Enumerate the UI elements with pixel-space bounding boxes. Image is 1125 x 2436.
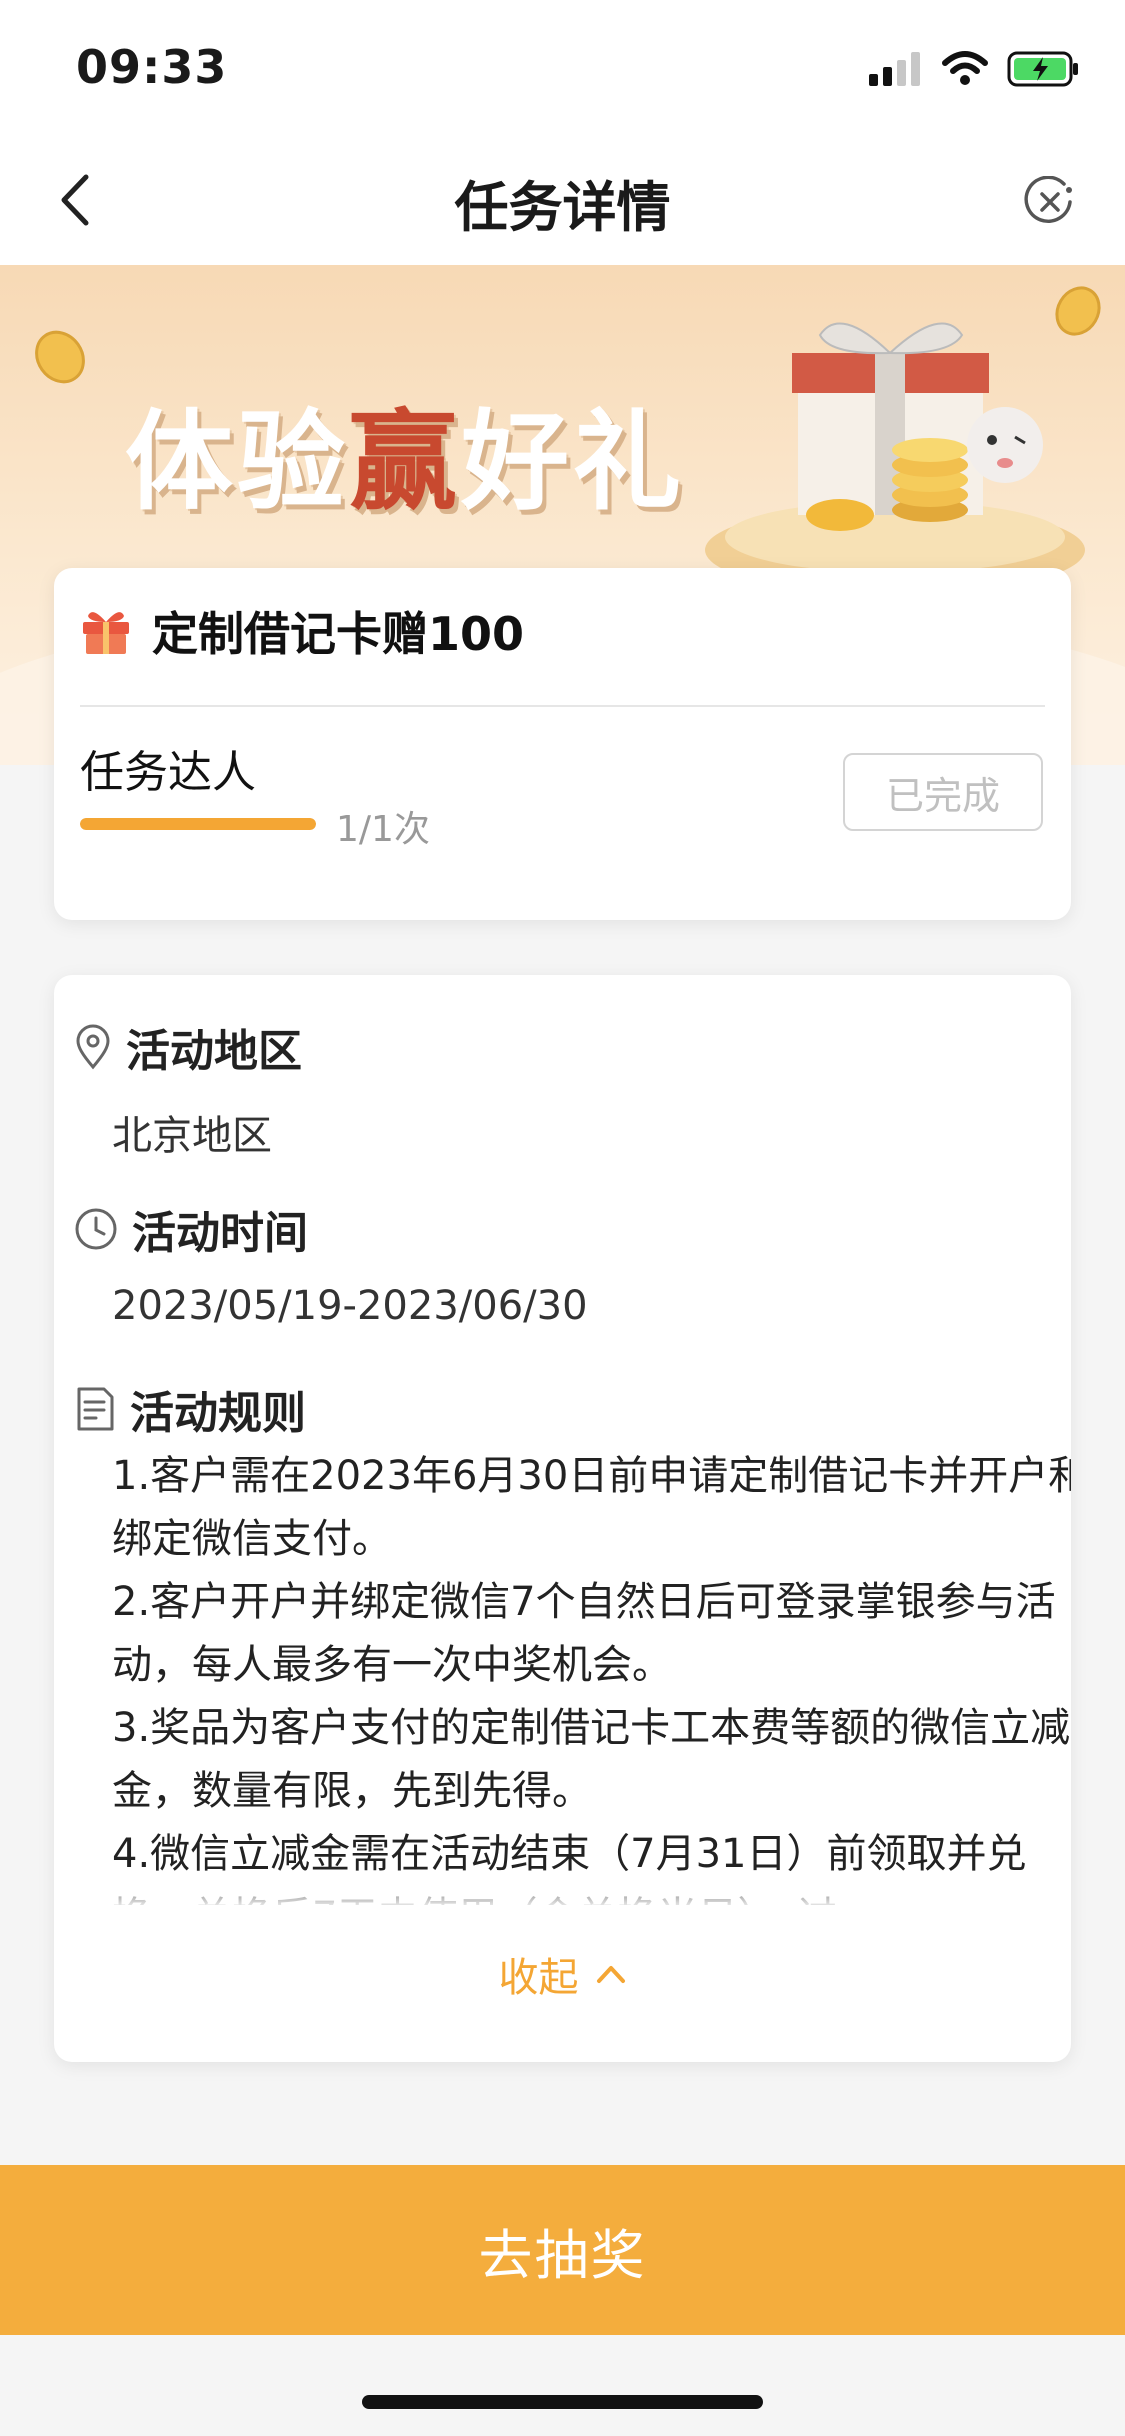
battery-charging-icon [1007,51,1078,87]
area-value: 北京地区 [112,1113,272,1159]
cellular-signal-icon [869,52,920,86]
rules-label: 活动规则 [130,1388,306,1439]
banner-title-part2: 好礼 [461,400,686,525]
banner-title-highlight: 赢 [349,400,462,525]
collapse-label: 收起 [498,1955,579,2001]
gold-coin-icon [35,330,85,384]
completed-button[interactable]: 已完成 [843,753,1043,831]
nav-bar: 任务详情 [0,135,1125,265]
location-pin-icon [76,1024,110,1070]
rules-text[interactable]: 1.客户需在2023年6月30日前申请定制借记卡并开户和绑定微信支付。 2.客户… [112,1445,1071,1905]
time-section-header: 活动时间 [74,1197,308,1261]
progress-bar [80,818,316,830]
page-title: 任务详情 [454,176,671,239]
home-indicator[interactable] [362,2395,763,2409]
rule-item: 3.奖品为客户支付的定制借记卡工本费等额的微信立减金，数量有限，先到先得。 [112,1705,1071,1814]
progress-fill [80,818,316,830]
rule-item: 1.客户需在2023年6月30日前申请定制借记卡并开户和绑定微信支付。 [112,1453,1071,1562]
task-title: 定制借记卡赠100 [152,607,525,661]
clock-icon [75,1208,117,1250]
progress-text: 1/1次 [336,809,430,850]
area-section-header: 活动地区 [74,1015,302,1079]
status-time: 09:33 [76,40,228,94]
collapse-button[interactable]: 收起 [54,1945,1071,2003]
activity-info-card: 活动地区 北京地区 活动时间 2023/05/19-2023/06/30 活动规… [54,975,1071,2062]
close-circle-icon [1024,176,1072,223]
area-label: 活动地区 [126,1026,302,1077]
rules-fade [54,1870,1071,1910]
status-bar: 09:33 [0,0,1125,135]
status-icons [869,50,1081,88]
chevron-up-icon [596,1966,625,1983]
wifi-icon [942,51,988,85]
page: 09:33 任务详情 体验赢好礼 定制借记卡赠100 任务达人 1/1次 已完成… [0,0,1125,2436]
banner-title: 体验赢好礼 [125,375,685,531]
draw-lottery-button[interactable]: 去抽奖 [0,2165,1125,2335]
gift-icon [83,612,129,654]
time-value: 2023/05/19-2023/06/30 [112,1283,588,1329]
divider [80,705,1045,707]
task-name: 任务达人 [80,747,256,798]
gift-illustration [705,322,1085,595]
rule-item: 2.客户开户并绑定微信7个自然日后可登录掌银参与活动，每人最多有一次中奖机会。 [112,1579,1056,1688]
banner-title-part1: 体验 [125,400,350,525]
time-label: 活动时间 [132,1208,308,1259]
task-card: 定制借记卡赠100 任务达人 1/1次 已完成 [54,568,1071,920]
document-icon [77,1387,114,1431]
close-button[interactable] [1015,167,1085,237]
task-title-row: 定制借记卡赠100 [80,598,524,664]
rules-section-header: 活动规则 [74,1377,306,1441]
